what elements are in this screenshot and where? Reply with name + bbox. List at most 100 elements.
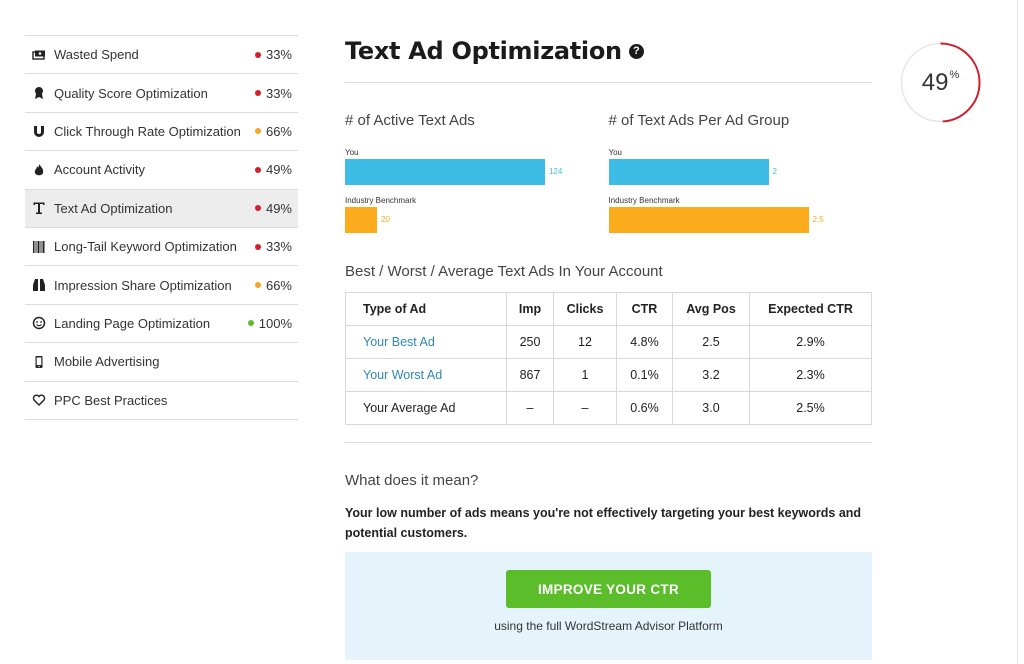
ribbon-icon — [32, 86, 46, 100]
score-text: 49% — [265, 200, 292, 216]
table-header-row: Type of Ad Imp Clicks CTR Avg Pos Expect… — [345, 292, 872, 326]
table-row: Your Worst Ad 867 1 0.1% 3.2 2.3% — [345, 358, 872, 392]
sidebar-item-score: 33% — [254, 85, 292, 101]
worst-ad-link[interactable]: Your Worst Ad — [363, 368, 442, 382]
table-cell: 0.1% — [616, 358, 673, 392]
heart-icon — [32, 393, 46, 407]
column-header: Imp — [506, 292, 554, 326]
main-content: Text Ad Optimization ? # of Active Text … — [345, 35, 872, 660]
table-cell: 4.8% — [616, 325, 673, 359]
table-cell: 867 — [506, 358, 554, 392]
column-header: Expected CTR — [749, 292, 872, 326]
help-icon[interactable]: ? — [628, 43, 644, 59]
sidebar-item-score: 33% — [254, 47, 292, 63]
table-cell: – — [506, 391, 554, 425]
cta-panel: IMPROVE YOUR CTR using the full WordStre… — [345, 552, 872, 660]
status-dot — [254, 166, 261, 173]
sidebar-item-label: Click Through Rate Optimization — [54, 123, 241, 139]
table-cell: 3.2 — [672, 358, 750, 392]
sidebar-item-ppc-best-practices[interactable]: PPC Best Practices — [25, 382, 298, 420]
score-text: 49% — [265, 162, 292, 178]
bar-benchmark — [608, 207, 809, 233]
sidebar-item-text-ad-optimization[interactable]: Text Ad Optimization 49% — [25, 189, 298, 228]
bar-you — [345, 159, 545, 185]
score-text: 100% — [258, 315, 292, 331]
sidebar-item-label: Wasted Spend — [54, 47, 139, 63]
table-cell: 2.3% — [749, 358, 872, 392]
chart-title: # of Text Ads Per Ad Group — [608, 112, 790, 129]
money-icon — [32, 48, 46, 62]
sidebar-item-label: Text Ad Optimization — [54, 200, 173, 216]
sidebar-item-click-through-rate-optimization[interactable]: Click Through Rate Optimization 66% — [25, 113, 298, 152]
best-ad-link[interactable]: Your Best Ad — [363, 335, 435, 349]
meaning-title: What does it mean? — [345, 472, 479, 489]
sidebar-item-score: 49% — [254, 200, 292, 216]
score-text: 66% — [265, 123, 292, 139]
divider — [345, 82, 872, 83]
status-dot — [254, 205, 261, 212]
table-cell: 1 — [553, 358, 617, 392]
table-cell: 2.5% — [749, 391, 872, 425]
bar-category-label: Industry Benchmark — [345, 196, 417, 205]
sidebar-item-score: 66% — [254, 277, 292, 293]
sidebar-item-score: 49% — [254, 162, 292, 178]
status-dot — [254, 128, 261, 135]
bar-category-label: You — [345, 148, 359, 157]
sidebar-item-label: Quality Score Optimization — [54, 85, 208, 101]
sidebar-item-account-activity[interactable]: Account Activity 49% — [25, 151, 298, 190]
sidebar-item-score: 100% — [247, 315, 292, 331]
bar-you — [608, 159, 769, 185]
charts-row: # of Active Text Ads You 124 Industry Benc… — [345, 112, 872, 242]
sidebar-item-label: Account Activity — [54, 162, 146, 178]
chart-active-text-ads: # of Active Text Ads You 124 Industry Benc… — [345, 112, 609, 242]
sidebar-nav: Wasted Spend 33% Quality Score Optimizatio… — [25, 35, 298, 420]
magnet-icon — [32, 124, 46, 138]
bar-category-label: Industry Benchmark — [608, 196, 680, 205]
table-cell: 2.5 — [672, 325, 750, 359]
table-cell: 2.9% — [749, 325, 872, 359]
meaning-text: Your low number of ads means you're not … — [345, 506, 862, 540]
sidebar-item-quality-score-optimization[interactable]: Quality Score Optimization 33% — [25, 74, 298, 113]
score-text: 33% — [265, 85, 292, 101]
binoculars-icon — [32, 278, 46, 292]
table-cell: Your Worst Ad — [345, 358, 507, 392]
score-value: 49% — [900, 42, 981, 123]
sidebar-item-long-tail-keyword-optimization[interactable]: Long-Tail Keyword Optimization 33% — [25, 228, 298, 267]
table-row: Your Average Ad – – 0.6% 3.0 2.5% — [345, 391, 872, 425]
page-title: Text Ad Optimization — [345, 37, 622, 65]
bar-value-label: 124 — [549, 167, 563, 176]
column-header: Clicks — [553, 292, 617, 326]
bar-category-label: You — [608, 148, 623, 157]
score-number: 49 — [921, 68, 949, 96]
table-cell: – — [553, 391, 617, 425]
table-cell: 3.0 — [672, 391, 750, 425]
table-cell: Your Average Ad — [345, 391, 507, 425]
score-gauge: 49% — [900, 42, 981, 123]
sidebar-item-score: 33% — [254, 239, 292, 255]
sidebar-item-label: Impression Share Optimization — [54, 277, 232, 293]
ads-table: Type of Ad Imp Clicks CTR Avg Pos Expect… — [345, 292, 872, 425]
score-text: 33% — [265, 47, 292, 63]
status-dot — [254, 243, 261, 250]
improve-ctr-button[interactable]: IMPROVE YOUR CTR — [506, 570, 711, 608]
chart-title: # of Active Text Ads — [345, 112, 475, 129]
page-edge-line — [1017, 0, 1018, 664]
sidebar-item-wasted-spend[interactable]: Wasted Spend 33% — [25, 36, 298, 75]
divider — [345, 442, 872, 443]
section-title: Best / Worst / Average Text Ads In Your … — [345, 263, 663, 280]
sidebar-item-mobile-advertising[interactable]: Mobile Advertising — [25, 343, 298, 382]
bar-value-label: 2.5 — [812, 215, 824, 224]
sidebar-item-impression-share-optimization[interactable]: Impression Share Optimization 66% — [25, 266, 298, 305]
score-text: 66% — [265, 277, 292, 293]
text-icon — [32, 201, 46, 215]
column-header: Avg Pos — [672, 292, 750, 326]
score-unit: % — [949, 68, 960, 81]
sidebar-item-label: Landing Page Optimization — [54, 315, 211, 331]
table-cell: 12 — [553, 325, 617, 359]
status-dot — [254, 282, 261, 289]
table-cell: 0.6% — [616, 391, 673, 425]
sidebar-item-landing-page-optimization[interactable]: Landing Page Optimization 100% — [25, 305, 298, 344]
score-text: 33% — [265, 239, 292, 255]
barcode-icon — [32, 240, 46, 254]
table-cell: 250 — [506, 325, 554, 359]
